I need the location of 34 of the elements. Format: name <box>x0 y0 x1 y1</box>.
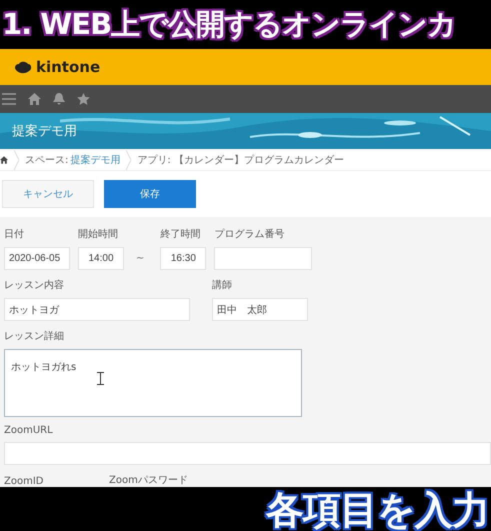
field-label: レッスン内容 <box>4 278 65 292</box>
text-cursor-icon <box>97 372 104 385</box>
video-caption: 1. WEB上で公開するオンラインカ <box>2 6 456 42</box>
field-label: レッスン詳細 <box>4 330 65 343</box>
input-field[interactable]: 2020-06-05 <box>4 247 70 270</box>
bell-icon[interactable] <box>53 93 65 105</box>
chevron-icon <box>126 150 132 170</box>
chevron-icon <box>14 150 19 170</box>
input-field[interactable] <box>4 442 491 465</box>
field-label: Zoomパスワード <box>109 474 189 487</box>
save-button[interactable]: 保存 <box>104 180 196 208</box>
input-field[interactable]: 14:00 <box>78 247 124 270</box>
breadcrumb-label: スペース: <box>25 154 68 166</box>
input-field[interactable]: 16:30 <box>160 247 206 270</box>
cloud-logo-icon <box>14 60 32 74</box>
menu-icon[interactable] <box>2 93 16 105</box>
app-logo: kintone <box>36 58 100 76</box>
home-icon[interactable] <box>0 156 8 164</box>
field-label: 開始時間 <box>78 228 119 241</box>
video-caption: 各項目を入力 <box>266 486 489 531</box>
input-field[interactable]: ホットヨガ <box>4 298 190 321</box>
space-title: 提案デモ用 <box>12 123 77 140</box>
field-label: 講師 <box>212 278 233 292</box>
input-field[interactable]: 田中 太郎 <box>212 298 308 321</box>
field-label: ZoomURL <box>4 425 54 436</box>
text-area-field[interactable]: ホットヨガれs <box>4 349 302 417</box>
input-field[interactable] <box>214 247 312 270</box>
field-label: 日付 <box>4 228 25 241</box>
breadcrumb-item: アプリ: 【カレンダー】プログラムカレンダー <box>137 154 344 166</box>
field-label: ZoomID <box>4 476 44 487</box>
field-label: プログラム番号 <box>214 228 286 241</box>
field-label: 終了時間 <box>160 228 202 241</box>
tilde-separator: ~ <box>135 253 146 266</box>
star-icon[interactable] <box>77 93 90 105</box>
